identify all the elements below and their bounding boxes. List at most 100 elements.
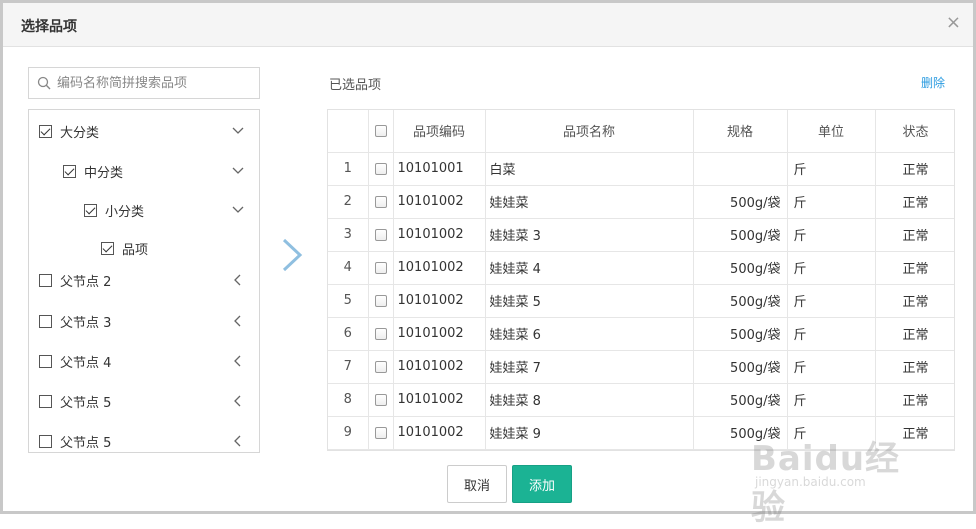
dialog-title: 选择品项 <box>21 19 77 35</box>
add-button[interactable]: 添加 <box>512 465 572 503</box>
row-checkbox[interactable] <box>368 416 394 450</box>
item-name-cell: 白菜 <box>485 152 694 186</box>
tree-node-checkbox[interactable] <box>39 354 52 368</box>
item-status-cell: 正常 <box>875 284 954 318</box>
item-name-cell: 娃娃菜 <box>485 185 694 219</box>
delete-link[interactable]: 删除 <box>921 74 945 91</box>
tree-node-checkbox[interactable] <box>39 273 52 287</box>
selected-items-title: 已选品项 <box>329 78 382 93</box>
select-all-checkbox[interactable] <box>368 110 394 153</box>
table-row[interactable]: 3 10101002 娃娃菜 3 500g/袋斤正常 <box>328 218 954 252</box>
row-index: 8 <box>328 383 369 417</box>
tree-node[interactable]: 大分类 <box>39 119 259 143</box>
item-unit-cell: 斤 <box>787 218 876 252</box>
item-code-cell: 10101002 <box>393 416 486 450</box>
tree-node-label: 父节点 3 <box>60 315 112 331</box>
item-status-cell: 正常 <box>875 218 954 252</box>
item-code-cell: 10101001 <box>393 152 486 186</box>
category-tree: 大分类中分类小分类品项 父节点 2 父节点 3 父节点 4 父节点 5 父节点 5 <box>28 109 260 453</box>
row-checkbox[interactable] <box>368 284 394 318</box>
watermark-url: jingyan.baidu.com <box>755 475 866 489</box>
row-checkbox[interactable] <box>368 350 394 384</box>
tree-node-checkbox[interactable] <box>39 314 52 328</box>
item-code-cell: 10101002 <box>393 185 486 219</box>
item-unit-cell: 斤 <box>787 317 876 351</box>
table-row[interactable]: 8 10101002 娃娃菜 8 500g/袋斤正常 <box>328 383 954 417</box>
close-icon[interactable]: × <box>946 13 961 33</box>
row-checkbox[interactable] <box>368 317 394 351</box>
tree-node-checkbox[interactable] <box>101 241 114 255</box>
tree-node-checkbox[interactable] <box>39 124 52 138</box>
tree-node-checkbox[interactable] <box>84 203 97 217</box>
row-checkbox[interactable] <box>368 383 394 417</box>
chevron-down-icon[interactable] <box>231 164 245 178</box>
row-checkbox[interactable] <box>368 185 394 219</box>
tree-node-label: 品项 <box>122 242 149 258</box>
item-name-cell: 娃娃菜 9 <box>485 416 694 450</box>
chevron-left-icon[interactable] <box>231 354 245 368</box>
item-spec-cell: 500g/袋 <box>693 284 788 318</box>
tree-node-label: 小分类 <box>105 204 145 220</box>
chevron-left-icon[interactable] <box>231 273 245 287</box>
table-row[interactable]: 5 10101002 娃娃菜 5 500g/袋斤正常 <box>328 284 954 318</box>
item-unit-cell: 斤 <box>787 350 876 384</box>
item-name-cell: 娃娃菜 7 <box>485 350 694 384</box>
item-spec-cell: 500g/袋 <box>693 185 788 219</box>
cancel-button[interactable]: 取消 <box>447 465 507 503</box>
tree-node-label: 父节点 2 <box>60 274 112 290</box>
tree-node-checkbox[interactable] <box>63 164 76 178</box>
col-code-header: 品项编码 <box>393 110 486 153</box>
chevron-left-icon[interactable] <box>231 394 245 408</box>
col-spec-header: 规格 <box>693 110 788 153</box>
tree-node[interactable]: 父节点 4 <box>39 349 259 373</box>
select-item-dialog: 选择品项 × 大分类中分类小分类品项父节点 2 父节点 3 父节点 4 父节点 5 父节… <box>0 0 976 528</box>
table-row[interactable]: 1 10101001 白菜 斤正常 <box>328 152 954 186</box>
item-unit-cell: 斤 <box>787 185 876 219</box>
chevron-left-icon[interactable] <box>231 434 245 448</box>
row-checkbox[interactable] <box>368 152 394 186</box>
item-unit-cell: 斤 <box>787 416 876 450</box>
chevron-down-icon[interactable] <box>231 203 245 217</box>
item-code-cell: 10101002 <box>393 317 486 351</box>
item-status-cell: 正常 <box>875 383 954 417</box>
item-spec-cell: 500g/袋 <box>693 416 788 450</box>
item-code-cell: 10101002 <box>393 350 486 384</box>
search-box <box>28 67 260 99</box>
item-code-cell: 10101002 <box>393 383 486 417</box>
chevron-left-icon[interactable] <box>231 314 245 328</box>
table-header-row: 品项编码 品项名称 规格 单位 状态 <box>328 110 954 153</box>
col-status-header: 状态 <box>875 110 954 153</box>
chevron-right-icon[interactable] <box>279 237 305 273</box>
tree-node[interactable]: 父节点 3 <box>39 309 259 333</box>
table-row[interactable]: 4 10101002 娃娃菜 4 500g/袋斤正常 <box>328 251 954 285</box>
row-index: 3 <box>328 218 369 252</box>
row-checkbox[interactable] <box>368 218 394 252</box>
item-unit-cell: 斤 <box>787 251 876 285</box>
item-name-cell: 娃娃菜 3 <box>485 218 694 252</box>
tree-node[interactable]: 品项 <box>101 236 259 260</box>
row-checkbox[interactable] <box>368 251 394 285</box>
tree-node[interactable]: 父节点 5 <box>39 389 259 413</box>
chevron-down-icon[interactable] <box>231 124 245 138</box>
tree-node-checkbox[interactable] <box>39 434 52 448</box>
search-input[interactable] <box>57 72 255 94</box>
row-index: 5 <box>328 284 369 318</box>
tree-node-label: 父节点 5 <box>60 395 112 411</box>
table-row[interactable]: 2 10101002 娃娃菜 500g/袋斤正常 <box>328 185 954 219</box>
tree-node[interactable]: 中分类 <box>63 159 259 183</box>
table-row[interactable]: 6 10101002 娃娃菜 6 500g/袋斤正常 <box>328 317 954 351</box>
item-name-cell: 娃娃菜 8 <box>485 383 694 417</box>
item-unit-cell: 斤 <box>787 383 876 417</box>
row-index: 4 <box>328 251 369 285</box>
item-spec-cell <box>693 152 788 186</box>
tree-node-checkbox[interactable] <box>39 394 52 408</box>
item-spec-cell: 500g/袋 <box>693 383 788 417</box>
table-row[interactable]: 9 10101002 娃娃菜 9 500g/袋斤正常 <box>328 416 954 450</box>
item-status-cell: 正常 <box>875 251 954 285</box>
tree-node[interactable]: 小分类 <box>84 198 259 222</box>
tree-node-label: 大分类 <box>60 125 100 141</box>
tree-node[interactable]: 父节点 5 <box>39 429 259 452</box>
tree-node[interactable]: 父节点 2 <box>39 268 259 292</box>
table-row[interactable]: 7 10101002 娃娃菜 7 500g/袋斤正常 <box>328 350 954 384</box>
row-index: 9 <box>328 416 369 450</box>
